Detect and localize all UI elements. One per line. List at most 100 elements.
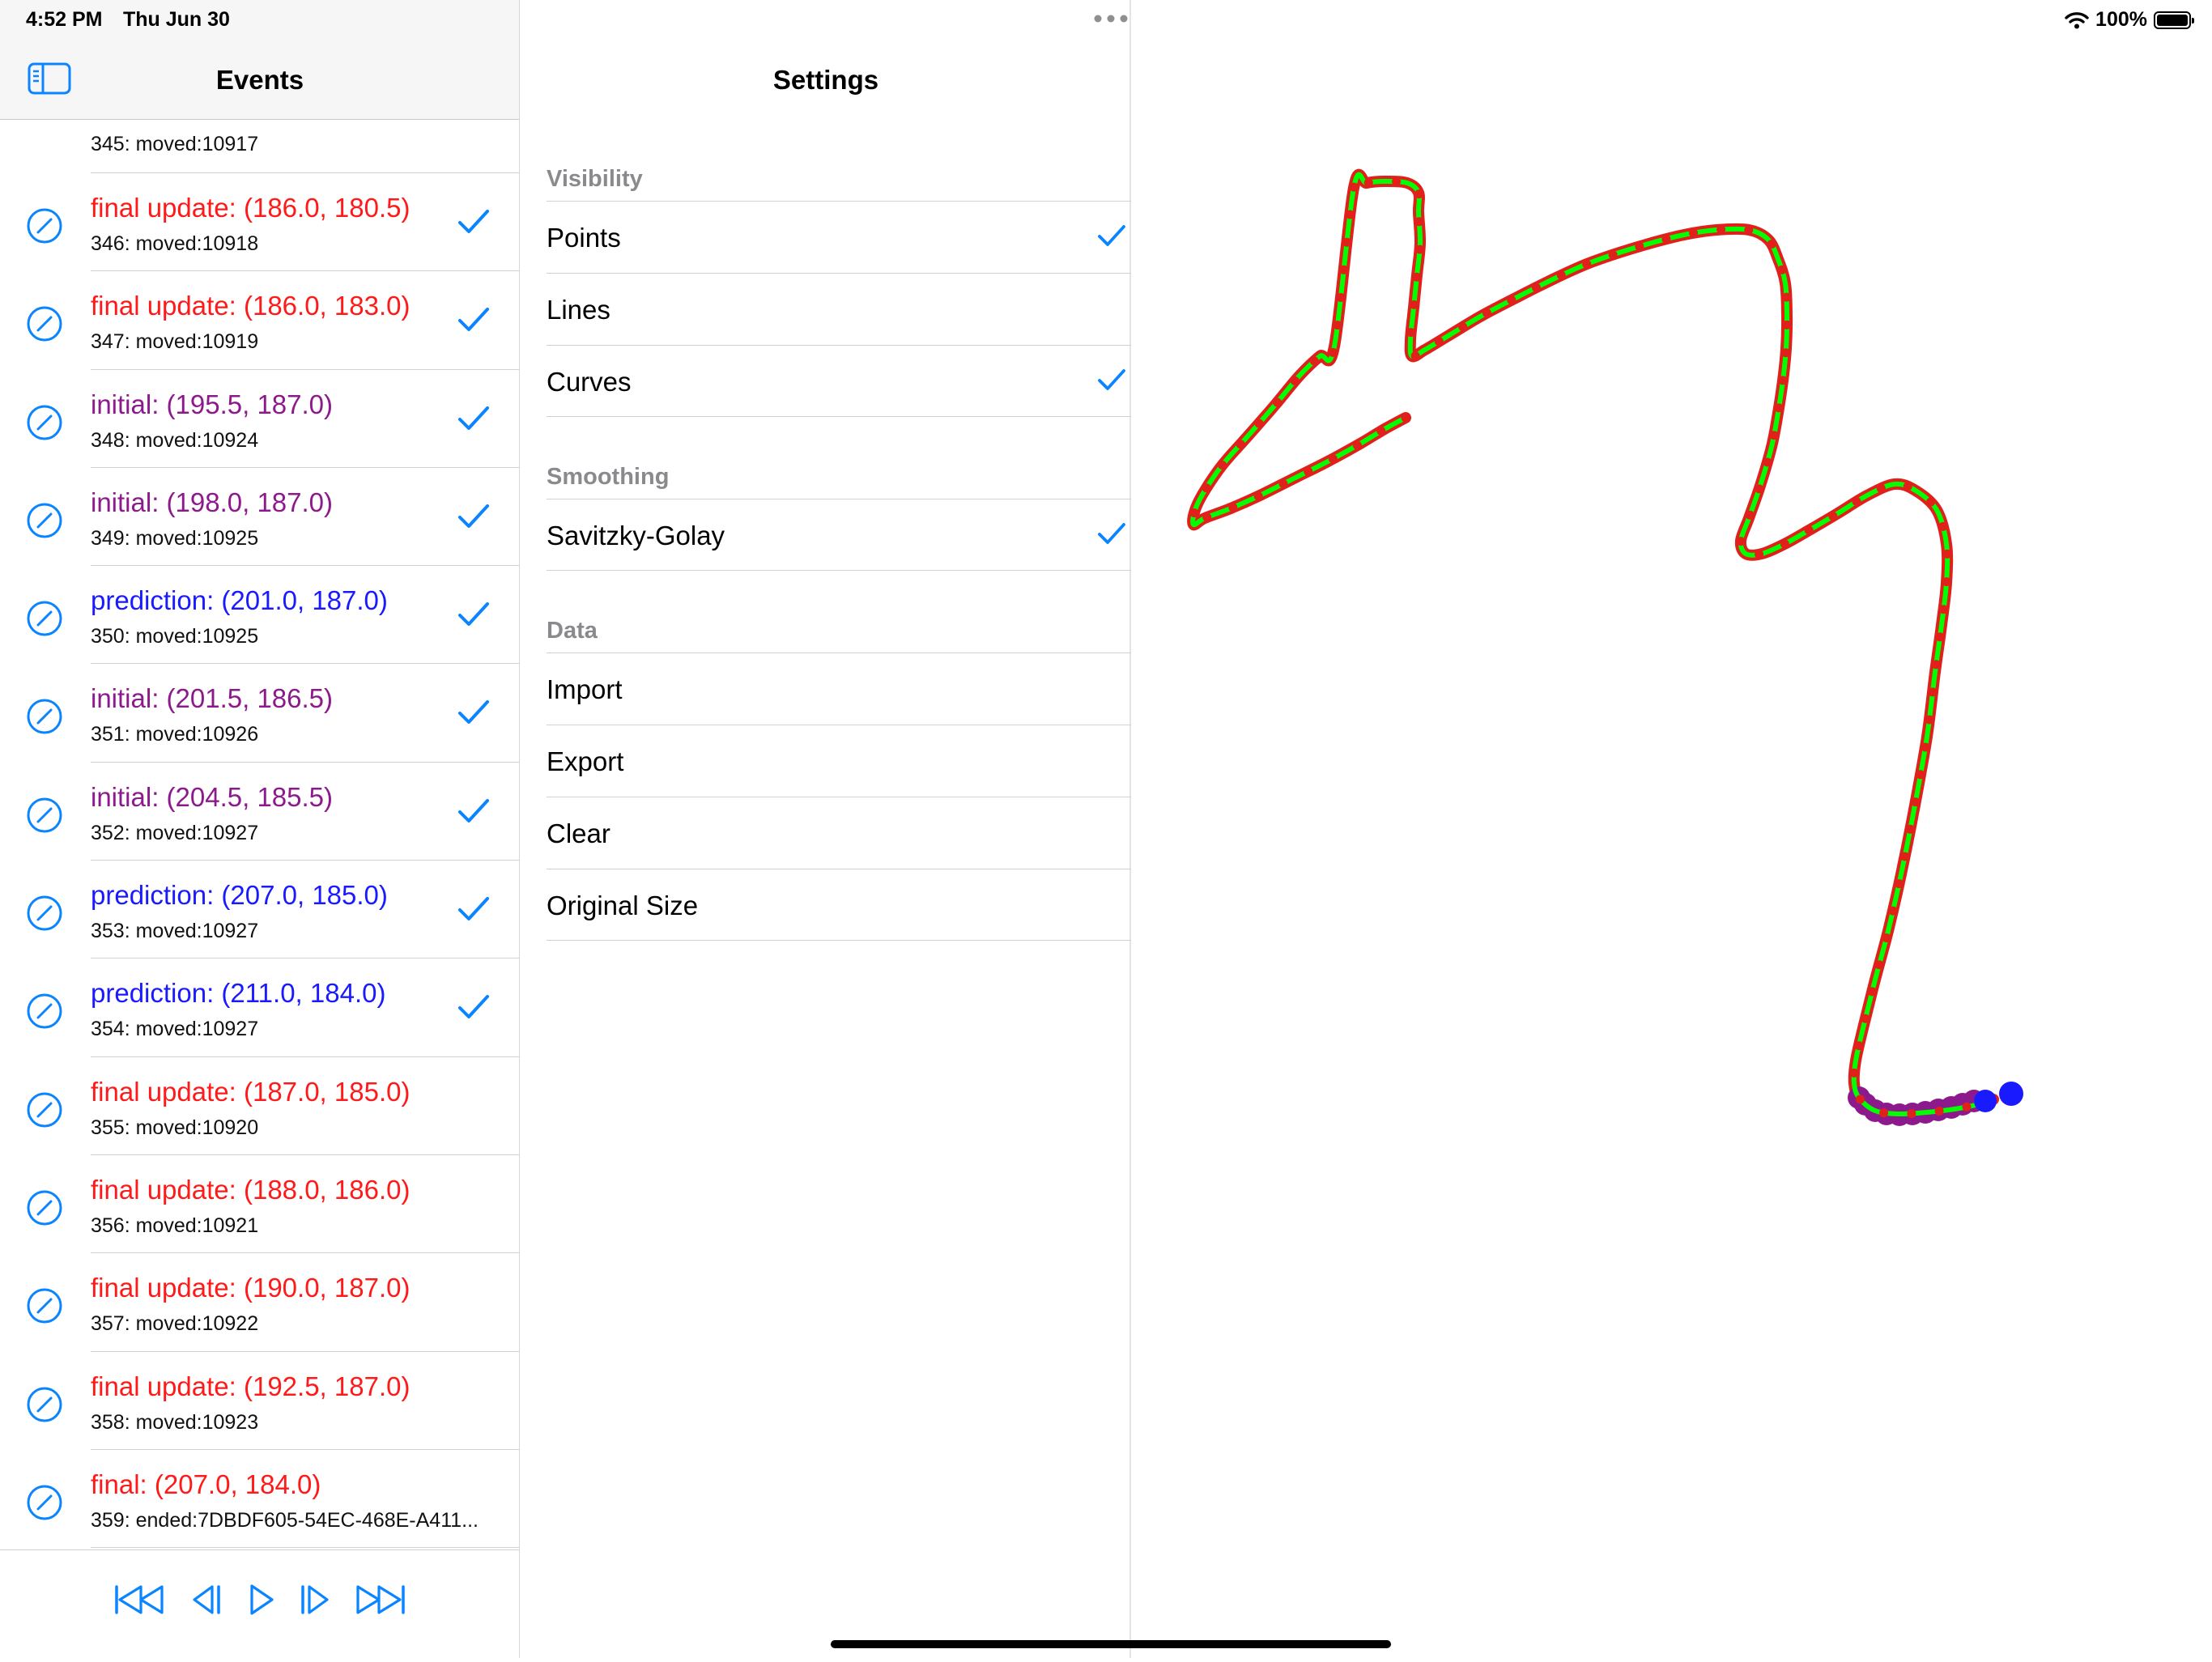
setting-row-lines[interactable]: Lines xyxy=(547,273,1131,345)
list-item[interactable]: initial: (201.5, 186.5) 351: moved:10926 xyxy=(0,664,519,763)
checkmark-icon xyxy=(458,798,489,822)
sample-point xyxy=(1328,347,1338,357)
event-list[interactable]: 345: moved:10917 final update: (186.0, 1… xyxy=(0,76,519,1549)
clear-button[interactable]: Clear xyxy=(547,797,1131,869)
list-item[interactable]: final update: (187.0, 185.0) 355: moved:1… xyxy=(0,1057,519,1156)
sample-point xyxy=(1689,228,1698,238)
pencil-tip-icon xyxy=(27,208,62,244)
sample-point xyxy=(1928,687,1938,697)
sample-point xyxy=(1867,987,1877,997)
sample-point xyxy=(1781,348,1791,358)
sample-point xyxy=(1345,210,1355,219)
event-title: final update: (192.5, 187.0) xyxy=(91,1371,410,1401)
status-time: 4:52 PM xyxy=(26,8,103,31)
list-item[interactable]: final update: (192.5, 187.0) 358: moved:1… xyxy=(0,1352,519,1451)
sample-point xyxy=(1876,483,1886,493)
sample-point xyxy=(1635,241,1644,251)
sample-point xyxy=(1582,259,1592,269)
sample-point xyxy=(1874,960,1884,970)
sample-point xyxy=(1744,225,1754,235)
event-title: final update: (190.0, 187.0) xyxy=(91,1273,410,1303)
sample-point xyxy=(1434,337,1444,346)
sample-point xyxy=(1339,265,1349,274)
sample-point xyxy=(1363,178,1373,188)
list-item[interactable]: final update: (190.0, 187.0) 357: moved:1… xyxy=(0,1253,519,1352)
stroke-drawing[interactable] xyxy=(1132,0,2212,1658)
step-forward-icon[interactable] xyxy=(300,1582,332,1617)
pencil-tip-icon xyxy=(27,1288,62,1324)
list-item[interactable]: prediction: (211.0, 184.0) 354: moved:109… xyxy=(0,959,519,1057)
sample-point xyxy=(1401,413,1410,423)
skip-to-end-icon[interactable] xyxy=(355,1582,406,1617)
sample-point xyxy=(1926,497,1935,507)
step-back-icon[interactable] xyxy=(189,1582,222,1617)
sample-point xyxy=(1854,1041,1864,1051)
pencil-tip-icon xyxy=(27,405,62,440)
checkmark-icon xyxy=(458,504,489,528)
setting-row-curves[interactable]: Curves xyxy=(547,345,1131,417)
sample-point xyxy=(1900,852,1910,861)
pencil-tip-icon xyxy=(27,1092,62,1128)
more-options-icon[interactable] xyxy=(1092,13,1129,24)
event-detail: 355: moved:10920 xyxy=(91,1116,259,1139)
setting-label: Points xyxy=(547,223,621,253)
event-detail: 352: moved:10927 xyxy=(91,821,259,844)
event-title: initial: (204.5, 185.5) xyxy=(91,781,334,812)
sample-point xyxy=(1414,217,1424,227)
section-header-data: Data xyxy=(547,618,598,644)
status-right: 100% xyxy=(2065,8,2194,32)
sample-point xyxy=(1931,660,1941,669)
setting-row-savitzky-golay[interactable]: Savitzky-Golay xyxy=(547,499,1131,571)
settings-title: Settings xyxy=(772,65,879,95)
sample-point xyxy=(1879,1108,1889,1118)
sample-point xyxy=(1905,824,1915,834)
original-size-button[interactable]: Original Size xyxy=(547,869,1131,941)
import-button[interactable]: Import xyxy=(547,652,1131,725)
sample-point xyxy=(1278,479,1288,489)
battery-percent: 100% xyxy=(2095,8,2147,31)
list-item[interactable]: initial: (195.5, 187.0) 348: moved:10924 xyxy=(0,370,519,469)
sample-point xyxy=(1804,525,1814,535)
checkmark-icon xyxy=(458,897,489,921)
event-detail: 357: moved:10922 xyxy=(91,1312,259,1336)
event-detail: 347: moved:10919 xyxy=(91,330,259,354)
list-item[interactable]: initial: (198.0, 187.0) 349: moved:10925 xyxy=(0,468,519,567)
list-item[interactable]: final update: (186.0, 180.5) 346: moved:1… xyxy=(0,173,519,272)
event-detail: 353: moved:10927 xyxy=(91,920,259,943)
event-detail: 351: moved:10926 xyxy=(91,723,259,746)
sample-point xyxy=(1507,295,1516,305)
sample-point xyxy=(1189,508,1199,517)
sample-point xyxy=(1939,605,1948,614)
sample-point xyxy=(1935,632,1945,642)
sample-point xyxy=(1778,376,1788,385)
list-item[interactable]: initial: (204.5, 185.5) 352: moved:10927 xyxy=(0,763,519,861)
checkmark-icon xyxy=(1098,369,1125,390)
setting-label: Lines xyxy=(547,295,610,325)
list-item[interactable]: prediction: (207.0, 185.0) 353: moved:109… xyxy=(0,861,519,959)
list-item[interactable]: prediction: (201.0, 187.0) 350: moved:109… xyxy=(0,566,519,665)
checkmark-icon xyxy=(458,700,489,725)
list-item[interactable]: final update: (186.0, 183.0) 347: moved:1… xyxy=(0,271,519,370)
list-item[interactable]: final update: (188.0, 186.0) 356: moved:1… xyxy=(0,1155,519,1254)
checkmark-icon xyxy=(458,308,489,332)
checkmark-icon xyxy=(1098,523,1125,544)
setting-row-points[interactable]: Points xyxy=(547,201,1131,273)
sample-point xyxy=(1253,491,1263,501)
section-header-visibility: Visibility xyxy=(547,166,643,192)
sample-point xyxy=(1333,321,1342,330)
drawing-canvas[interactable] xyxy=(1132,0,2212,1658)
sample-point xyxy=(1769,431,1779,440)
sample-point xyxy=(1911,797,1921,807)
export-button[interactable]: Export xyxy=(547,725,1131,797)
home-indicator xyxy=(831,1640,1391,1648)
list-item[interactable]: final: (207.0, 184.0) 359: ended:7DBDF605… xyxy=(0,1450,519,1549)
sample-point xyxy=(1856,1095,1865,1104)
play-icon[interactable] xyxy=(248,1582,275,1617)
event-title: final update: (186.0, 180.5) xyxy=(91,193,410,223)
sample-point xyxy=(1755,484,1764,494)
sample-point xyxy=(1767,240,1776,249)
skip-to-start-icon[interactable] xyxy=(113,1582,165,1617)
setting-label: Export xyxy=(547,746,624,776)
sample-point xyxy=(1202,483,1211,493)
sample-point xyxy=(1482,308,1491,317)
